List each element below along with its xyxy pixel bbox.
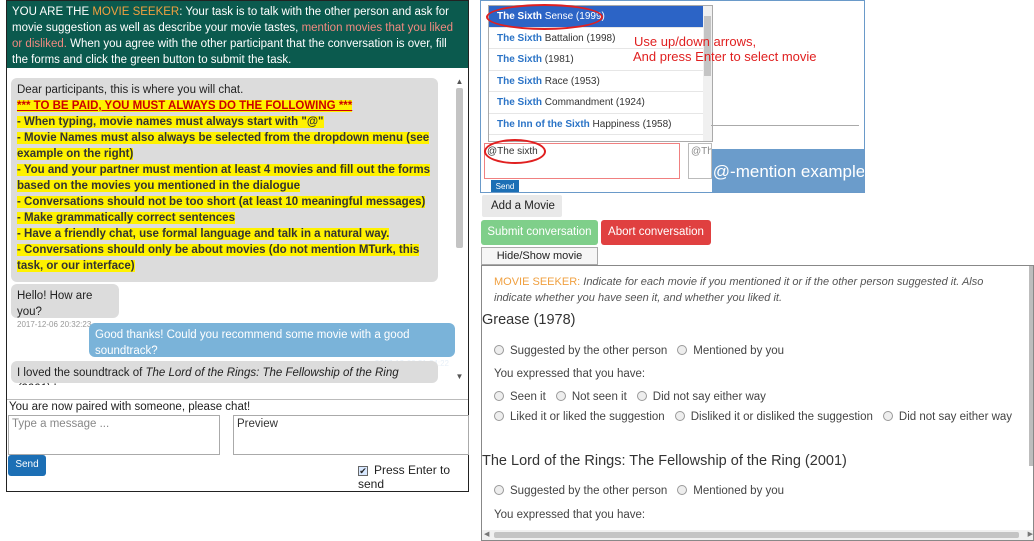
role-label: MOVIE SEEKER	[92, 6, 180, 18]
radio-icon	[494, 344, 504, 355]
rule-item: - When typing, movie names must always s…	[17, 116, 324, 128]
option-mentioned[interactable]: Mentioned by you	[677, 344, 784, 357]
rule-item: - Movie Names must also always be select…	[17, 132, 430, 160]
expressed-label: You expressed that you have:	[494, 368, 646, 380]
expressed-label: You expressed that you have:	[494, 509, 646, 521]
dropdown-option[interactable]: The Sixth Commandment (1924)	[489, 92, 712, 114]
forms-horizontal-scrollbar[interactable]: ◀ ▶	[482, 530, 1033, 540]
example-preview: @The sixth	[688, 143, 712, 179]
radio-icon	[674, 410, 685, 421]
option-liked-not-say[interactable]: Did not say either way	[882, 410, 1012, 423]
checkbox-checked-icon[interactable]: ✔	[358, 465, 368, 476]
chat-panel: YOU ARE THE MOVIE SEEKER: Your task is t…	[6, 0, 469, 492]
own-message: Good thanks! Could you recommend some mo…	[89, 323, 455, 368]
chat-history[interactable]: Dear participants, this is where you wil…	[7, 70, 468, 385]
instructions-text-2: When you agree with the other participan…	[12, 38, 447, 66]
enter-to-send-toggle[interactable]: ✔ Press Enter to send	[358, 463, 468, 491]
option-suggested[interactable]: Suggested by the other person	[494, 484, 667, 497]
seen-options: Seen it Not seen it Did not say either way	[494, 390, 776, 403]
enter-to-send-label: Press Enter to send	[358, 463, 451, 491]
message-text: Hello! How are you?	[17, 290, 93, 318]
radio-icon	[555, 390, 566, 401]
instructions-prefix: YOU ARE THE	[12, 6, 93, 18]
radio-icon	[494, 390, 504, 401]
pairing-status: You are now paired with someone, please …	[9, 401, 251, 413]
rules-header: *** TO BE PAID, YOU MUST ALWAYS DO THE F…	[17, 100, 353, 112]
option-liked[interactable]: Liked it or liked the suggestion	[494, 410, 665, 423]
radio-icon	[494, 484, 504, 495]
scroll-up-icon[interactable]: ▲	[454, 76, 465, 87]
partner-message: I loved the soundtrack of The Lord of th…	[11, 361, 438, 385]
scroll-down-icon[interactable]: ▼	[454, 371, 465, 382]
instruction-note: Use up/down arrows, And press Enter to s…	[633, 34, 817, 64]
dropdown-scrollbar[interactable]	[703, 6, 712, 141]
dropdown-option[interactable]: The Sixth Race (1953)	[489, 71, 712, 92]
partner-message: Hello! How are you? 2017-12-06 20:32:23	[11, 284, 119, 329]
option-seen-not-say[interactable]: Did not say either way	[636, 390, 766, 403]
option-disliked[interactable]: Disliked it or disliked the suggestion	[674, 410, 873, 423]
chat-scrollbar[interactable]: ▲ ▼	[454, 76, 465, 382]
highlight-circle	[484, 139, 546, 164]
option-mentioned[interactable]: Mentioned by you	[677, 484, 784, 497]
radio-icon	[882, 410, 893, 421]
highlight-circle	[486, 4, 603, 30]
role-tag: MOVIE SEEKER:	[494, 276, 581, 288]
scrollbar-thumb[interactable]	[494, 532, 1019, 538]
scroll-left-icon[interactable]: ◀	[484, 530, 489, 540]
add-movie-button[interactable]: Add a Movie	[482, 195, 562, 217]
message-text: Good thanks! Could you recommend some mo…	[95, 329, 410, 357]
mention-example: The Sixth Sense (1999) The Sixth Battali…	[480, 0, 865, 193]
dropdown-option[interactable]: The Inn of the Sixth Happiness (1958)	[489, 114, 712, 135]
toggle-forms-button[interactable]: Hide/Show movie forms	[481, 247, 598, 278]
movie-title: Grease (1978)	[482, 312, 576, 328]
forms-instructions: MOVIE SEEKER: Indicate for each movie if…	[494, 276, 984, 304]
option-suggested[interactable]: Suggested by the other person	[494, 344, 667, 357]
rule-item: - Have a friendly chat, use formal langu…	[17, 228, 390, 240]
divider	[711, 125, 859, 126]
example-send-button: Send	[491, 180, 519, 192]
option-not-seen[interactable]: Not seen it	[555, 390, 627, 403]
composer: You are now paired with someone, please …	[7, 399, 469, 491]
system-intro: Dear participants, this is where you wil…	[17, 84, 244, 96]
liked-options: Liked it or liked the suggestion Disliked…	[494, 410, 1022, 423]
option-seen[interactable]: Seen it	[494, 390, 546, 403]
rule-item: - You and your partner must mention at l…	[17, 164, 431, 192]
send-button[interactable]: Send	[8, 455, 46, 476]
radio-icon	[677, 484, 688, 495]
scrollbar-thumb[interactable]	[456, 88, 463, 248]
radio-icon	[636, 390, 647, 401]
preview-box: Preview	[233, 415, 469, 455]
system-message: Dear participants, this is where you wil…	[11, 78, 438, 282]
movie-forms: MOVIE SEEKER: Indicate for each movie if…	[481, 265, 1034, 541]
rule-item: - Conversations should not be too short …	[17, 196, 426, 208]
forms-vertical-scrollbar[interactable]	[1029, 266, 1033, 466]
instructions-header: YOU ARE THE MOVIE SEEKER: Your task is t…	[7, 1, 468, 68]
mention-example-label: @-mention example	[712, 149, 864, 192]
source-options: Suggested by the other person Mentioned b…	[494, 344, 794, 357]
rule-item: - Make grammatically correct sentences	[17, 212, 235, 224]
source-options: Suggested by the other person Mentioned b…	[494, 484, 794, 497]
rule-item: - Conversations should only be about mov…	[17, 244, 420, 272]
message-input[interactable]: Type a message ...	[8, 415, 220, 455]
scroll-right-icon[interactable]: ▶	[1028, 530, 1033, 540]
movie-title: The Lord of the Rings: The Fellowship of…	[482, 453, 847, 469]
radio-icon	[677, 344, 688, 355]
submit-button[interactable]: Submit conversation	[481, 220, 598, 245]
abort-button[interactable]: Abort conversation	[601, 220, 711, 245]
radio-icon	[494, 410, 504, 421]
